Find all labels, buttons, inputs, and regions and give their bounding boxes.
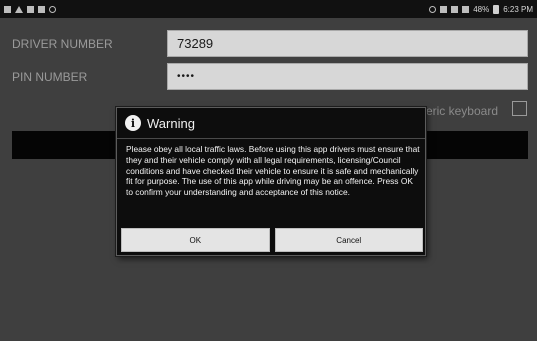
location-icon xyxy=(429,5,437,13)
signal-icon xyxy=(462,5,470,13)
image-icon xyxy=(4,5,11,13)
driver-number-label: DRIVER NUMBER xyxy=(12,37,113,51)
bluetooth-icon xyxy=(440,5,448,13)
warning-dialog: i Warning Please obey all local traffic … xyxy=(116,107,426,256)
clock: 6:23 PM xyxy=(503,4,533,14)
status-bar: 48% 6:23 PM xyxy=(0,0,537,18)
pin-number-label: PIN NUMBER xyxy=(12,70,88,84)
status-left-icons xyxy=(4,5,56,13)
battery-icon xyxy=(493,4,500,14)
sync-icon xyxy=(49,5,56,13)
pin-number-row: PIN NUMBER •••• xyxy=(0,63,537,91)
ok-button[interactable]: OK xyxy=(121,228,270,252)
dialog-title: Warning xyxy=(147,115,195,131)
dialog-divider xyxy=(117,138,425,139)
dialog-message: Please obey all local traffic laws. Befo… xyxy=(126,144,420,198)
info-icon: i xyxy=(125,115,141,131)
warning-icon xyxy=(15,5,23,13)
pin-number-input[interactable]: •••• xyxy=(167,63,528,90)
cancel-button[interactable]: Cancel xyxy=(274,228,423,252)
dialog-button-bar: OK Cancel xyxy=(121,228,423,252)
wifi-icon xyxy=(451,5,459,13)
driver-number-row: DRIVER NUMBER 73289 xyxy=(0,30,537,58)
dialog-header: i Warning xyxy=(117,108,425,138)
numeric-keyboard-checkbox[interactable] xyxy=(512,101,527,116)
driver-number-input[interactable]: 73289 xyxy=(167,30,528,57)
email-icon xyxy=(27,5,34,13)
document-icon xyxy=(38,5,45,13)
battery-level: 48% xyxy=(473,4,490,14)
status-right-icons: 48% 6:23 PM xyxy=(429,4,533,14)
app-screen: 48% 6:23 PM DRIVER NUMBER 73289 PIN NUMB… xyxy=(0,0,537,341)
